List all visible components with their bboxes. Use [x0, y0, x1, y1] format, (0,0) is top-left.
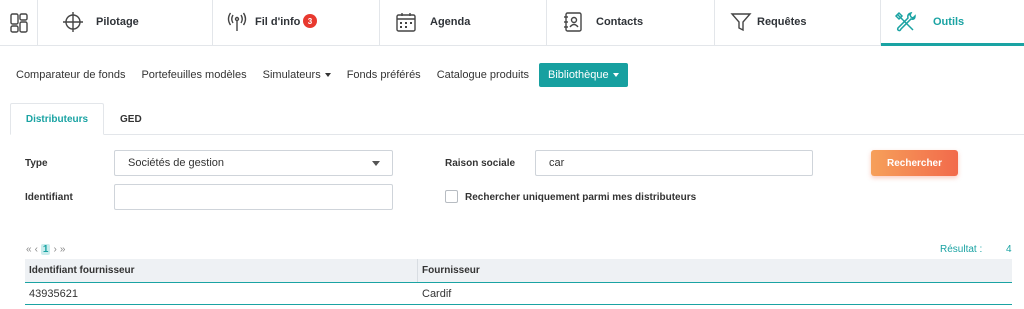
crosshair-icon: [63, 12, 83, 32]
caret-down-icon: [324, 73, 331, 77]
current-page[interactable]: 1: [40, 243, 51, 255]
submenu-simulateurs[interactable]: Simulateurs: [263, 69, 331, 81]
tools-icon: [894, 11, 916, 32]
identifiant-label: Identifiant: [25, 192, 73, 203]
antenna-icon: [227, 12, 247, 31]
submenu-item-label: Fonds préférés: [346, 69, 421, 81]
nav-tab-label: Agenda: [430, 16, 471, 28]
type-label: Type: [25, 158, 48, 169]
table-header: Identifiant fournisseur Fournisseur: [25, 259, 1012, 283]
nav-tab-label: Requêtes: [757, 16, 807, 28]
submenu-item-label: Simulateurs: [262, 69, 321, 81]
submenu-fonds-preferes[interactable]: Fonds préférés: [347, 69, 421, 81]
nav-tab-label: Outils: [933, 16, 965, 28]
tab-distributeurs[interactable]: Distributeurs: [10, 103, 104, 135]
caret-down-icon: [372, 161, 380, 166]
submenu-item-label: Catalogue produits: [436, 69, 530, 81]
submenu-comparateur-de-fonds[interactable]: Comparateur de fonds: [16, 69, 125, 81]
raison-sociale-input[interactable]: car: [535, 150, 813, 176]
nav-tab-agenda[interactable]: Agenda: [380, 0, 547, 45]
distributeurs-checkbox[interactable]: [445, 190, 458, 203]
nav-tab-label: Pilotage: [96, 16, 139, 28]
type-select-value: Sociétés de gestion: [128, 157, 225, 169]
raison-sociale-label: Raison sociale: [445, 158, 516, 169]
nav-tab-label: Contacts: [596, 16, 644, 28]
table-row[interactable]: 43935621 Cardif: [25, 283, 1012, 305]
tab-ged[interactable]: GED: [120, 103, 142, 135]
raison-sociale-input-value: car: [549, 157, 565, 169]
first-page-icon[interactable]: «: [26, 244, 32, 255]
nav-tab-pilotage[interactable]: Pilotage: [38, 0, 213, 45]
calendar-icon: [396, 13, 416, 32]
type-select[interactable]: Sociétés de gestion: [114, 150, 393, 176]
table-cell-fournisseur: Cardif: [422, 287, 452, 300]
table-cell-identifiant: 43935621: [29, 287, 78, 300]
dashboard-icon: [9, 12, 28, 33]
nav-tab-label: Fil d'info: [255, 16, 301, 28]
nav-tab-fil-info[interactable]: Fil d'info 3: [213, 0, 380, 45]
top-navigation: Pilotage Fil d'info 3 Agenda Contacts Re…: [0, 0, 1024, 46]
sub-menu: Comparateur de fonds Portefeuilles modèl…: [16, 63, 644, 87]
next-page-icon[interactable]: ›: [53, 244, 56, 255]
caret-down-icon: [612, 73, 619, 77]
nav-tab-contacts[interactable]: Contacts: [547, 0, 715, 45]
result-label: Résultat :: [940, 244, 983, 255]
submenu-item-label: Comparateur de fonds: [16, 69, 126, 81]
contacts-book-icon: [564, 12, 582, 32]
submenu-portefeuilles-modeles[interactable]: Portefeuilles modèles: [141, 69, 246, 81]
content-tabs: Distributeurs GED: [10, 103, 1024, 135]
identifiant-input[interactable]: [114, 184, 393, 210]
filter-icon: [730, 13, 752, 32]
checkbox-label: Rechercher uniquement parmi mes distribu…: [465, 192, 697, 203]
pagination: « ‹ 1 › »: [26, 243, 68, 255]
nav-tab-outils[interactable]: Outils: [881, 0, 1024, 46]
dashboard-home-button[interactable]: [0, 0, 38, 45]
submenu-bibliotheque[interactable]: Bibliothèque: [539, 63, 628, 87]
submenu-item-label: Portefeuilles modèles: [141, 69, 247, 81]
last-page-icon[interactable]: »: [60, 244, 66, 255]
result-count: 4: [1006, 244, 1012, 255]
column-header-fournisseur[interactable]: Fournisseur: [418, 259, 480, 282]
submenu-catalogue-produits[interactable]: Catalogue produits: [437, 69, 529, 81]
notification-badge: 3: [303, 14, 317, 28]
prev-page-icon[interactable]: ‹: [35, 244, 38, 255]
nav-tab-requetes[interactable]: Requêtes: [715, 0, 881, 45]
submenu-item-label: Bibliothèque: [548, 69, 609, 81]
column-header-identifiant[interactable]: Identifiant fournisseur: [25, 259, 418, 282]
search-button[interactable]: Rechercher: [871, 150, 958, 176]
